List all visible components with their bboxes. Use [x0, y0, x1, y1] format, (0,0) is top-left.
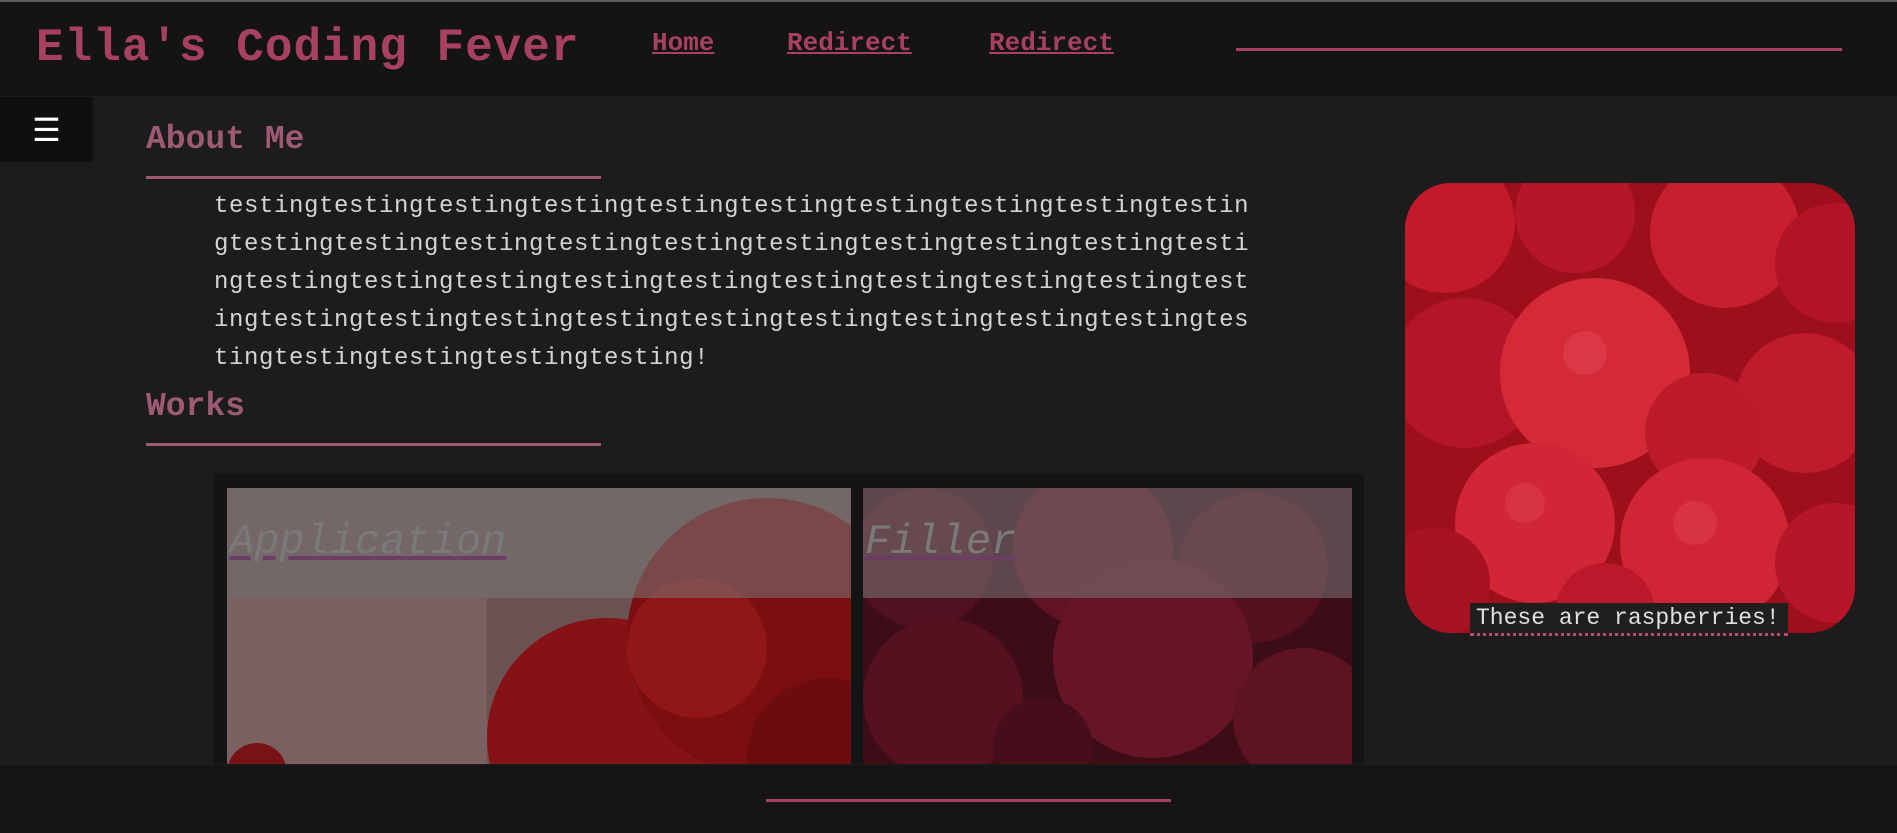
about-heading: About Me	[146, 121, 305, 158]
nav-link-home[interactable]: Home	[652, 28, 714, 58]
raspberry-photo	[1405, 183, 1855, 633]
menu-button[interactable]: ☰	[0, 97, 93, 162]
site-header: Ella's Coding Fever Home Redirect Redire…	[0, 2, 1897, 96]
works-gallery: Application Filler	[214, 474, 1364, 764]
site-title: Ella's Coding Fever	[36, 22, 580, 74]
site-footer	[0, 765, 1897, 833]
about-text: testingtestingtestingtestingtestingtesti…	[214, 193, 1250, 372]
nav-link-redirect-1[interactable]: Redirect	[787, 28, 912, 58]
hamburger-menu-icon: ☰	[32, 110, 61, 149]
nav-link-redirect-2[interactable]: Redirect	[989, 28, 1114, 58]
photo-caption: These are raspberries!	[1470, 603, 1788, 636]
footer-divider	[766, 799, 1171, 802]
work-card-label: Filler	[865, 518, 1017, 566]
header-divider	[1236, 48, 1842, 51]
about-heading-underline	[146, 176, 601, 179]
works-heading-underline	[146, 443, 601, 446]
work-card-label: Application	[229, 518, 507, 566]
work-card-filler[interactable]: Filler	[863, 488, 1352, 764]
work-card-application[interactable]: Application	[227, 488, 851, 764]
raspberry-image	[1405, 183, 1855, 633]
works-heading: Works	[146, 388, 246, 425]
